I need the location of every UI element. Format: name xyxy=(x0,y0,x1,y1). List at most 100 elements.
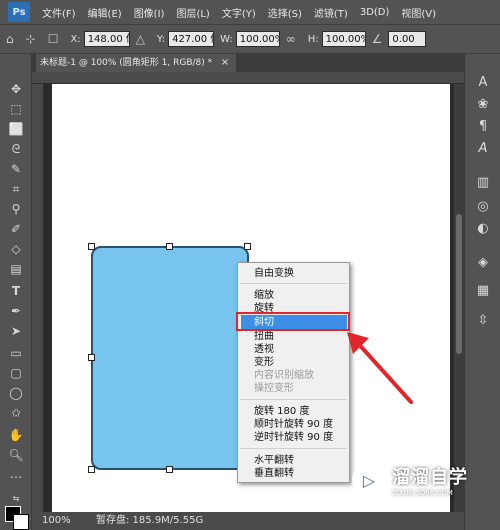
transform-handle-bottom-left[interactable] xyxy=(88,466,95,473)
photoshop-logo: Ps xyxy=(8,2,30,22)
character-icon[interactable]: ¶ xyxy=(474,118,492,136)
menu-item-rotate-cw-90[interactable]: 顺时针旋转 90 度 xyxy=(254,418,333,431)
brush-icon[interactable]: ✐ xyxy=(6,220,26,238)
channels-icon[interactable]: ▦ xyxy=(474,282,492,300)
history-icon[interactable]: ▥ xyxy=(474,174,492,192)
menu-separator xyxy=(240,283,347,284)
path-select-icon[interactable]: ➤ xyxy=(6,322,26,340)
glyph-icon[interactable]: A xyxy=(474,140,492,158)
paragraph-icon[interactable]: ❀ xyxy=(474,96,492,114)
watermark-play-icon: ▷ xyxy=(352,463,386,497)
menu-separator xyxy=(240,399,347,400)
annotation-arrow-icon xyxy=(347,332,413,404)
menu-type[interactable]: 文字(Y) xyxy=(216,5,262,20)
menu-item-warp[interactable]: 变形 xyxy=(254,356,274,369)
menu-item-distort[interactable]: 扭曲 xyxy=(254,330,274,343)
menu-filter[interactable]: 滤镜(T) xyxy=(308,5,354,20)
vertical-ruler xyxy=(32,84,44,512)
marquee-icon[interactable]: ⬜ xyxy=(6,120,26,138)
menu-item-rotate-180[interactable]: 旋转 180 度 xyxy=(254,405,309,418)
menu-item-flip-horizontal[interactable]: 水平翻转 xyxy=(254,454,294,467)
custom-shape-icon[interactable]: ✩ xyxy=(6,404,26,422)
h-field[interactable]: 100.00% xyxy=(321,31,366,47)
status-bar: 100% 暂存盘: 185.9M/5.55G xyxy=(32,512,464,530)
transform-handle-middle-left[interactable] xyxy=(88,354,95,361)
watermark-text: 溜溜自学 ZIXUE.3D66.COM xyxy=(392,463,468,497)
tools-panel: ✥ ⬚ ⬜ ᘓ ✎ ⌗ ⚲ ✐ ◇ ▤ T ✒ ➤ ▭ ▢ ◯ ✩ ✋ 🔍︎ ⋯… xyxy=(0,54,32,530)
rounded-rectangle-shape[interactable] xyxy=(91,246,249,470)
scratch-disk-info: 暂存盘: 185.9M/5.55G xyxy=(96,515,204,526)
hand-icon[interactable]: ✋ xyxy=(6,426,26,444)
menu-3d[interactable]: 3D(D) xyxy=(354,7,396,18)
menu-item-content-aware-scale: 内容识别缩放 xyxy=(254,370,314,381)
x-field[interactable]: 148.00 像素 xyxy=(83,31,130,47)
artboard-icon[interactable]: ⬚ xyxy=(6,100,26,118)
menu-file[interactable]: 文件(F) xyxy=(36,5,82,20)
rectangle-icon[interactable]: ▭ xyxy=(6,344,26,362)
menu-select[interactable]: 选择(S) xyxy=(262,5,308,20)
menu-bar: Ps 文件(F) 编辑(E) 图像(I) 图层(L) 文字(Y) 选择(S) 滤… xyxy=(0,0,500,24)
menu-item-scale[interactable]: 缩放 xyxy=(254,289,274,302)
menu-view[interactable]: 视图(V) xyxy=(395,5,442,20)
w-label: W: xyxy=(220,33,233,45)
zoom-level[interactable]: 100% xyxy=(42,512,71,530)
x-label: X: xyxy=(70,33,81,45)
zoom-icon[interactable]: 🔍︎ xyxy=(6,446,26,464)
type-icon[interactable]: T xyxy=(6,282,26,300)
annotation-highlight-box xyxy=(236,312,350,331)
scrollbar-thumb[interactable] xyxy=(456,214,462,354)
menu-item-flip-vertical[interactable]: 垂直翻转 xyxy=(254,467,294,480)
rounded-rect-icon[interactable]: ▢ xyxy=(6,364,26,382)
eraser-icon[interactable]: ◇ xyxy=(6,240,26,258)
document-tab[interactable]: 未标题-1 @ 100% (圆角矩形 1, RGB/8) * xyxy=(36,54,236,72)
color-icon[interactable]: ◐ xyxy=(474,220,492,238)
transform-handle-top-left[interactable] xyxy=(88,243,95,250)
w-field[interactable]: 100.00% xyxy=(235,31,280,47)
transform-handle-bottom-center[interactable] xyxy=(166,466,173,473)
angle-icon: ∠ xyxy=(371,32,383,46)
reference-checkbox-icon[interactable]: ☐ xyxy=(42,32,65,46)
h-label: H: xyxy=(307,33,319,45)
menu-item-perspective[interactable]: 透视 xyxy=(254,343,274,356)
menu-edit[interactable]: 编辑(E) xyxy=(82,5,128,20)
crop-icon[interactable]: ⌗ xyxy=(6,180,26,198)
options-bar: ⌂ ⊹ ☐ X: 148.00 像素 △ Y: 427.00 像素 W: 100… xyxy=(0,24,500,54)
ellipse-icon[interactable]: ◯ xyxy=(6,384,26,402)
transform-context-menu: 自由变换 缩放 旋转 斜切 扭曲 透视 变形 内容识别缩放 操控变形 旋转 18… xyxy=(237,262,350,483)
watermark: ▷ 溜溜自学 ZIXUE.3D66.COM xyxy=(352,458,470,502)
watermark-brand: 溜溜自学 xyxy=(392,467,468,488)
paths-icon[interactable]: ⇳ xyxy=(474,312,492,330)
menu-item-puppet-warp: 操控变形 xyxy=(254,383,294,394)
lasso-icon[interactable]: ᘓ xyxy=(6,140,26,158)
layers-icon[interactable]: ◈ xyxy=(474,254,492,272)
more-icon[interactable]: ⋯ xyxy=(6,468,26,486)
menu-item-free-transform[interactable]: 自由变换 xyxy=(254,267,294,280)
gradient-icon[interactable]: ▤ xyxy=(6,260,26,278)
menu-image[interactable]: 图像(I) xyxy=(128,5,171,20)
background-color-swatch[interactable] xyxy=(13,514,29,530)
cc-libraries-icon[interactable]: ◎ xyxy=(474,198,492,216)
document-tab-bar: 未标题-1 @ 100% (圆角矩形 1, RGB/8) * × xyxy=(32,54,464,72)
menu-item-rotate-ccw-90[interactable]: 逆时针旋转 90 度 xyxy=(254,431,333,444)
angle-field[interactable]: 0.00 xyxy=(388,31,427,47)
transform-handle-top-right[interactable] xyxy=(244,243,251,250)
watermark-url: ZIXUE.3D66.COM xyxy=(392,489,453,497)
delta-icon[interactable]: △ xyxy=(130,32,151,46)
type-tool-icon[interactable]: A xyxy=(474,74,492,92)
pen-icon[interactable]: ✒ xyxy=(6,302,26,320)
close-tab-icon[interactable]: × xyxy=(218,54,232,72)
y-label: Y: xyxy=(156,33,166,45)
vertical-scrollbar[interactable] xyxy=(454,84,464,512)
move-icon[interactable]: ✥ xyxy=(6,80,26,98)
horizontal-ruler xyxy=(32,72,464,84)
reference-point-icon[interactable]: ⊹ xyxy=(20,32,42,46)
link-icon[interactable]: ∞ xyxy=(280,32,302,46)
menu-layer[interactable]: 图层(L) xyxy=(170,5,215,20)
eyedropper-icon[interactable]: ⚲ xyxy=(6,200,26,218)
transform-handle-top-center[interactable] xyxy=(166,243,173,250)
y-field[interactable]: 427.00 像素 xyxy=(168,31,215,47)
document-tab-title: 未标题-1 @ 100% (圆角矩形 1, RGB/8) * xyxy=(40,58,213,68)
menu-separator xyxy=(240,448,347,449)
home-icon[interactable]: ⌂ xyxy=(0,32,20,46)
quick-select-icon[interactable]: ✎ xyxy=(6,160,26,178)
